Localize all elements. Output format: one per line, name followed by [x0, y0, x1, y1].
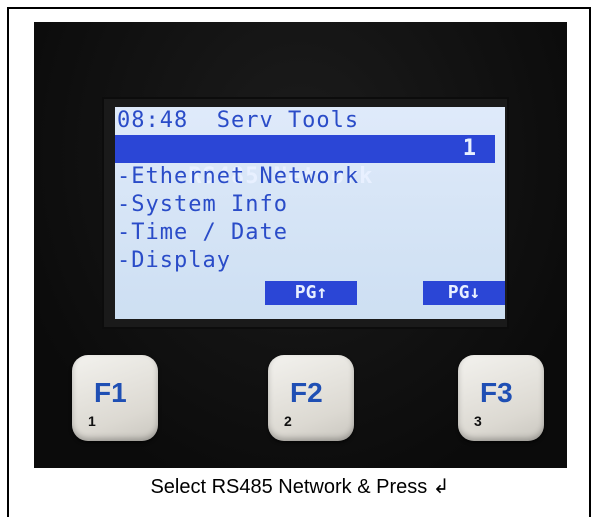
- lcd-title: 08:48 Serv Tools: [117, 108, 360, 133]
- f2-key-number: 2: [284, 413, 292, 429]
- pg-up-softkey[interactable]: PG↑: [265, 281, 357, 305]
- menu-item-rs485-network[interactable]: -RS485 Network 1: [115, 135, 495, 189]
- f1-key-number: 1: [88, 413, 96, 429]
- pg-down-softkey[interactable]: PG↓: [423, 281, 505, 305]
- f2-key[interactable]: F2 2: [268, 355, 354, 441]
- f1-key[interactable]: F1 1: [72, 355, 158, 441]
- f2-key-label: F2: [290, 377, 323, 408]
- f3-key[interactable]: F3 3: [458, 355, 544, 441]
- menu-item-value: 1: [462, 136, 477, 161]
- menu-item-ethernet-network[interactable]: -Ethernet Network: [117, 163, 359, 191]
- lcd-screen: 08:48 Serv Tools -RS485 Network 1 -Ether…: [115, 107, 505, 319]
- f3-key-number: 3: [474, 413, 482, 429]
- f1-key-label: F1: [94, 377, 127, 408]
- menu-item-system-info[interactable]: -System Info: [117, 191, 288, 219]
- menu-item-time-date[interactable]: -Time / Date: [117, 219, 288, 247]
- menu-item-display[interactable]: -Display: [117, 247, 231, 275]
- instruction-caption: Select RS485 Network & Press ↲: [150, 476, 450, 498]
- f3-key-label: F3: [480, 377, 513, 408]
